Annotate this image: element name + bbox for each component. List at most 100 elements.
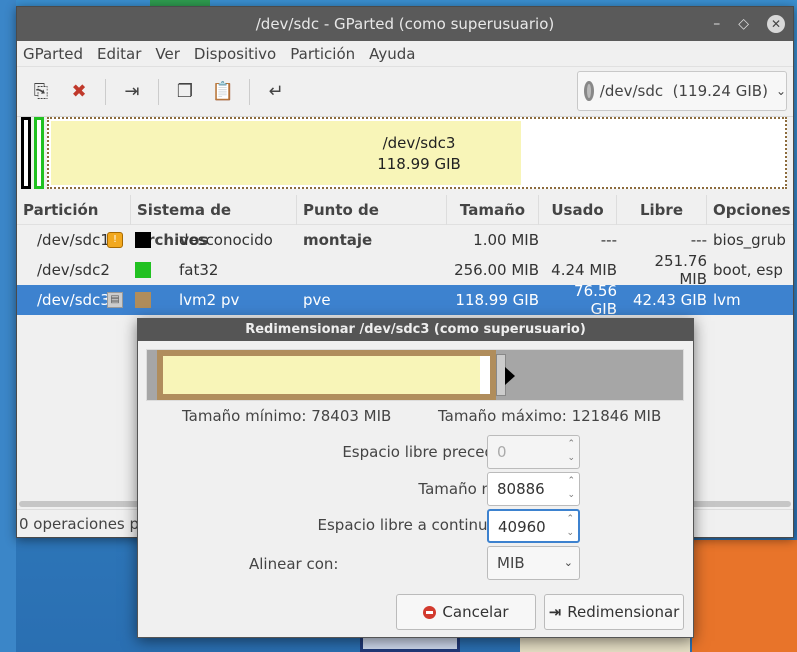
resize-graph[interactable]: [146, 349, 684, 401]
undo-button[interactable]: ↵: [262, 78, 290, 106]
menubar: GParted Editar Ver Dispositivo Partición…: [17, 41, 793, 67]
resize-dialog: Redimensionar /dev/sdc3 (como superusuar…: [137, 318, 694, 638]
align-select[interactable]: MIB ⌄: [487, 546, 580, 580]
warning-icon: !: [107, 232, 123, 248]
filesystem: desconocido: [179, 231, 273, 249]
flags: lvm: [713, 291, 741, 309]
mountpoint: pve: [303, 291, 331, 309]
fs-color-swatch: [135, 292, 151, 308]
free-following-input[interactable]: 40960 ⌃ ⌄: [487, 509, 580, 543]
column-header[interactable]: Sistema de archivos: [131, 194, 297, 249]
diskmap-label: /dev/sdc3 118.99 GIB: [49, 133, 789, 175]
window-controls: – ◇ ✕: [713, 7, 785, 41]
partition-table: Partición Sistema de archivos Punto de m…: [17, 194, 793, 318]
column-header[interactable]: Libre: [617, 194, 707, 225]
used: 4.24 MIB: [551, 261, 617, 279]
min-size-label: Tamaño mínimo: 78403 MIB: [182, 407, 392, 425]
chevron-down-icon: ⌄: [775, 84, 786, 98]
toolbar-separator: [158, 78, 159, 105]
free: ---: [690, 231, 707, 249]
toolbar-separator: [105, 78, 106, 105]
new-partition-icon: ⎘: [33, 81, 49, 102]
resize-partition-bar[interactable]: [157, 350, 496, 400]
delete-partition-button[interactable]: ✖: [65, 78, 93, 106]
menu-ayuda[interactable]: Ayuda: [369, 45, 415, 63]
table-row[interactable]: /dev/sdc1! desconocido 1.00 MIB --- --- …: [17, 225, 793, 255]
menu-particion[interactable]: Partición: [290, 45, 355, 63]
desktop-background-shape: [0, 0, 16, 652]
flags: boot, esp: [713, 261, 783, 279]
new-size-value: 80886: [497, 480, 545, 498]
spinner-arrows-icon[interactable]: ⌃ ⌄: [566, 512, 574, 540]
free-following-value: 40960: [498, 518, 546, 536]
diskmap-partition-sdc3[interactable]: /dev/sdc3 118.99 GIB: [47, 117, 787, 189]
column-header[interactable]: Opciones: [707, 195, 791, 225]
lock-icon: ▤: [107, 292, 123, 308]
used: ---: [600, 231, 617, 249]
partition-name: /dev/sdc1: [37, 231, 110, 249]
resize-move-button[interactable]: ⇥: [118, 78, 146, 106]
copy-icon: ❐: [176, 81, 194, 102]
diskmap-partition-sdc2[interactable]: [34, 117, 44, 189]
cancel-icon: [423, 605, 437, 619]
desktop-background-shape: [692, 540, 797, 652]
flags: bios_grub: [713, 231, 786, 249]
free: 251.76 MIB: [654, 252, 708, 288]
device-selector[interactable]: /dev/sdc (119.24 GIB) ⌄: [577, 71, 787, 111]
max-size-label: Tamaño máximo: 121846 MIB: [438, 407, 662, 425]
diskmap-partition-name: /dev/sdc3: [382, 134, 456, 152]
paste-icon: 📋: [211, 81, 235, 102]
delete-icon: ✖: [71, 81, 87, 102]
disk-icon: [584, 81, 594, 101]
fs-color-swatch: [135, 232, 151, 248]
menu-dispositivo[interactable]: Dispositivo: [194, 45, 276, 63]
diskmap-partition-sdc1[interactable]: [21, 117, 31, 189]
new-partition-button[interactable]: ⎘: [27, 78, 55, 106]
column-header[interactable]: Punto de montaje: [297, 194, 447, 249]
diskmap-partition-size: 118.99 GIB: [377, 155, 461, 173]
paste-button[interactable]: 📋: [209, 78, 237, 106]
resize-used-area: [163, 356, 490, 394]
table-row[interactable]: /dev/sdc2 fat32 256.00 MIB 4.24 MIB 251.…: [17, 252, 793, 288]
align-label: Alinear con:: [249, 555, 339, 573]
window-title: /dev/sdc - GParted (como superusuario): [255, 15, 555, 33]
new-size-input[interactable]: 80886 ⌃ ⌄: [487, 472, 580, 506]
partition-name: /dev/sdc3: [37, 291, 110, 309]
cancel-button[interactable]: Cancelar: [396, 594, 536, 630]
toolbar-separator: [249, 78, 250, 105]
size: 256.00 MIB: [454, 261, 539, 279]
disk-map: /dev/sdc3 118.99 GIB: [21, 117, 787, 189]
dialog-title: Redimensionar /dev/sdc3 (como superusuar…: [245, 322, 586, 337]
chevron-down-icon: ⌄: [563, 556, 573, 569]
spinner-arrows-icon: ⌃ ⌄: [567, 439, 575, 463]
used: 76.56 GIB: [574, 282, 617, 318]
table-row-selected[interactable]: /dev/sdc3 ▤ lvm2 pv pve 118.99 GIB 76.56 …: [17, 282, 793, 318]
resize-icon: ⇥: [548, 603, 562, 621]
size: 118.99 GIB: [455, 291, 539, 309]
spinner-arrows-icon[interactable]: ⌃ ⌄: [567, 474, 575, 502]
free: 42.43 GIB: [632, 291, 707, 309]
column-header[interactable]: Partición: [17, 194, 131, 225]
copy-button[interactable]: ❐: [171, 78, 199, 106]
partition-name: /dev/sdc2: [37, 261, 110, 279]
free-preceding-input: 0 ⌃ ⌄: [487, 435, 580, 469]
column-header[interactable]: Usado: [539, 194, 617, 225]
minimize-icon[interactable]: –: [713, 7, 720, 41]
resize-button[interactable]: ⇥ Redimensionar: [544, 594, 684, 630]
dialog-titlebar[interactable]: Redimensionar /dev/sdc3 (como superusuar…: [138, 319, 693, 341]
cancel-button-label: Cancelar: [442, 603, 509, 621]
free-preceding-value: 0: [497, 443, 507, 461]
menu-editar[interactable]: Editar: [97, 45, 141, 63]
fs-color-swatch: [135, 262, 151, 278]
size: 1.00 MIB: [473, 231, 539, 249]
resize-icon: ⇥: [124, 81, 140, 102]
window-titlebar[interactable]: /dev/sdc - GParted (como superusuario) –…: [17, 7, 793, 41]
resize-button-label: Redimensionar: [567, 603, 680, 621]
column-header[interactable]: Tamaño: [447, 194, 539, 225]
maximize-icon[interactable]: ◇: [738, 7, 749, 41]
close-icon[interactable]: ✕: [767, 15, 785, 33]
menu-ver[interactable]: Ver: [155, 45, 180, 63]
menu-gparted[interactable]: GParted: [23, 45, 83, 63]
undo-icon: ↵: [268, 81, 284, 102]
filesystem: lvm2 pv: [179, 291, 240, 309]
